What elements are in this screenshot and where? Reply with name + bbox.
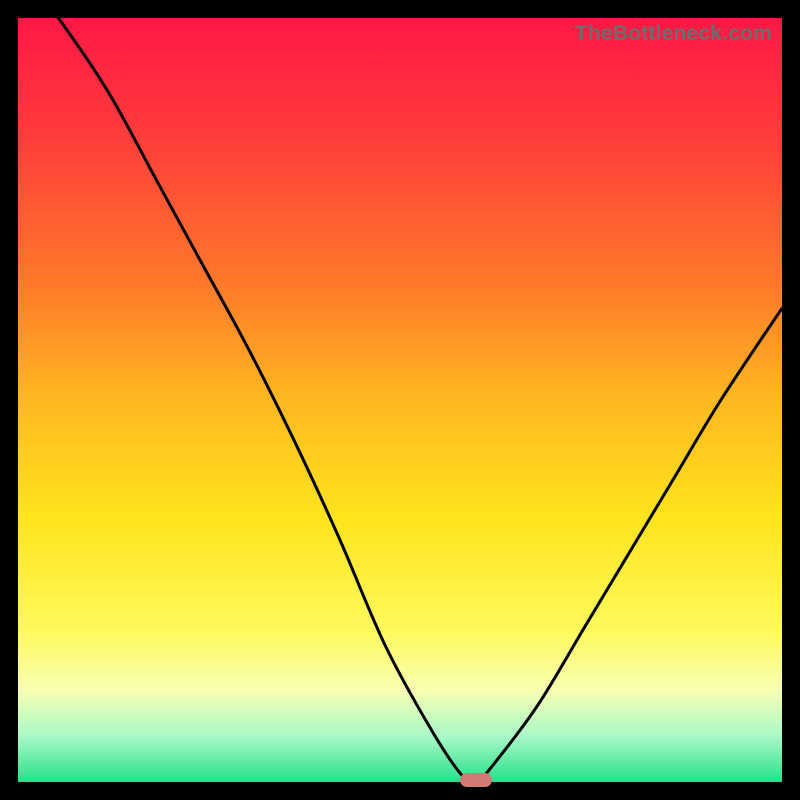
minimum-marker (460, 773, 492, 787)
chart-frame: TheBottleneck.com (0, 0, 800, 800)
curve-svg (18, 18, 782, 782)
bottleneck-curve (18, 18, 782, 782)
plot-area: TheBottleneck.com (18, 18, 782, 782)
